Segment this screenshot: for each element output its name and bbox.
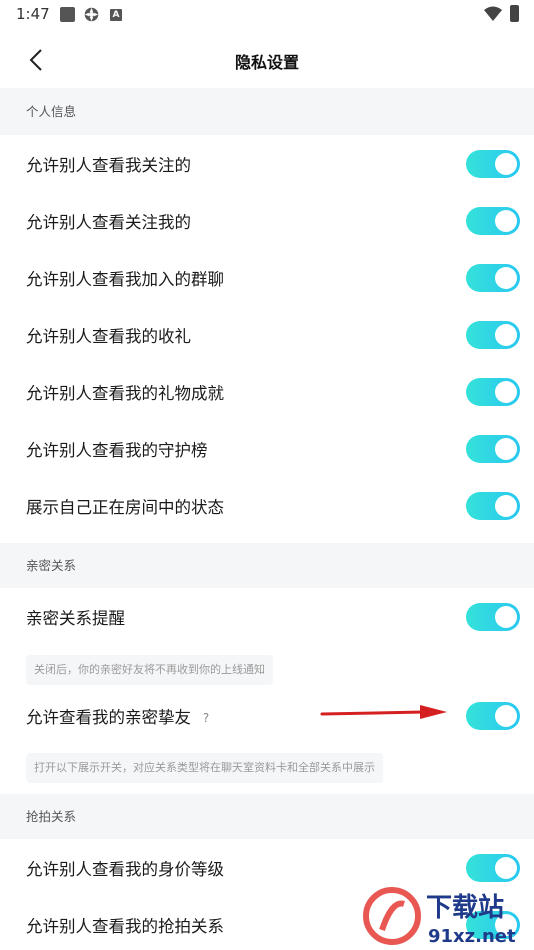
toggle-knob bbox=[495, 152, 517, 175]
toggle-knob bbox=[495, 437, 517, 460]
help-icon[interactable]: ? bbox=[199, 711, 213, 725]
toggle-switch[interactable] bbox=[466, 602, 520, 631]
toggle-knob bbox=[495, 209, 517, 232]
setting-row-room-status: 展示自己正在房间中的状态 bbox=[0, 477, 534, 534]
setting-row-gifts-received: 允许别人查看我的收礼 bbox=[0, 306, 534, 363]
hint-text: 关闭后，你的亲密好友将不再收到你的上线通知 bbox=[26, 655, 273, 685]
toggle-knob bbox=[495, 494, 517, 517]
toggle-switch[interactable] bbox=[466, 320, 520, 349]
toggle-knob bbox=[495, 605, 517, 628]
setting-row-gift-achievements: 允许别人查看我的礼物成就 bbox=[0, 363, 534, 420]
setting-row-guard-list: 允许别人查看我的守护榜 bbox=[0, 420, 534, 477]
section-header-personal: 个人信息 bbox=[0, 88, 534, 135]
watermark-text-1: 下载站 bbox=[426, 893, 504, 923]
annotation-arrow-icon bbox=[320, 705, 447, 719]
toggle-switch[interactable] bbox=[466, 263, 520, 292]
status-bar: 1:47 A bbox=[0, 0, 534, 30]
toggle-switch[interactable] bbox=[466, 377, 520, 406]
setting-label: 允许别人查看我的守护榜 bbox=[26, 440, 208, 460]
setting-label: 允许别人查看我的收礼 bbox=[26, 326, 191, 346]
toggle-switch[interactable] bbox=[466, 206, 520, 235]
setting-label: 允许别人查看我的礼物成就 bbox=[26, 383, 224, 403]
setting-label: 允许别人查看我的身价等级 bbox=[26, 859, 224, 879]
toggle-knob bbox=[495, 266, 517, 289]
battery-charging-icon bbox=[510, 5, 519, 22]
toggle-knob bbox=[495, 323, 517, 346]
toggle-knob bbox=[495, 704, 517, 727]
page-title: 隐私设置 bbox=[234, 53, 299, 72]
setting-row-intimate-reminder: 亲密关系提醒 bbox=[0, 588, 534, 645]
wifi-icon bbox=[484, 6, 502, 21]
setting-label: 允许查看我的亲密挚友? bbox=[26, 704, 213, 728]
toggle-knob bbox=[495, 856, 517, 879]
hint-text: 打开以下展示开关，对应关系类型将在聊天室资料卡和全部关系中展示 bbox=[26, 753, 383, 783]
gear-icon bbox=[84, 7, 99, 22]
section-header-intimate: 亲密关系 bbox=[0, 543, 534, 588]
status-time: 1:47 bbox=[16, 5, 50, 23]
setting-label: 允许别人查看关注我的 bbox=[26, 212, 191, 232]
setting-label: 亲密关系提醒 bbox=[26, 608, 125, 628]
site-watermark: 下载站 91xz.net bbox=[360, 882, 534, 950]
toggle-switch[interactable] bbox=[466, 491, 520, 520]
toggle-switch[interactable] bbox=[466, 434, 520, 463]
toggle-switch[interactable] bbox=[466, 149, 520, 178]
toggle-knob bbox=[495, 380, 517, 403]
a-icon: A bbox=[110, 9, 122, 21]
setting-label: 展示自己正在房间中的状态 bbox=[26, 497, 224, 517]
setting-label: 允许别人查看我的抢拍关系 bbox=[26, 916, 224, 936]
setting-label: 允许别人查看我关注的 bbox=[26, 155, 191, 175]
toggle-switch[interactable] bbox=[466, 853, 520, 882]
toggle-switch[interactable] bbox=[466, 701, 520, 730]
setting-row-following: 允许别人查看我关注的 bbox=[0, 135, 534, 192]
nav-bar: 隐私设置 bbox=[0, 32, 534, 88]
section-header-grab: 抢拍关系 bbox=[0, 794, 534, 839]
notification-square-icon bbox=[60, 7, 75, 22]
setting-label: 允许别人查看我加入的群聊 bbox=[26, 269, 224, 289]
setting-row-close-friends: 允许查看我的亲密挚友? bbox=[0, 687, 534, 744]
setting-row-groups: 允许别人查看我加入的群聊 bbox=[0, 249, 534, 306]
watermark-text-2: 91xz.net bbox=[428, 926, 516, 947]
watermark-logo-icon: 下载站 91xz.net bbox=[363, 887, 516, 947]
setting-row-followers: 允许别人查看关注我的 bbox=[0, 192, 534, 249]
setting-label-text: 允许查看我的亲密挚友 bbox=[26, 707, 191, 727]
